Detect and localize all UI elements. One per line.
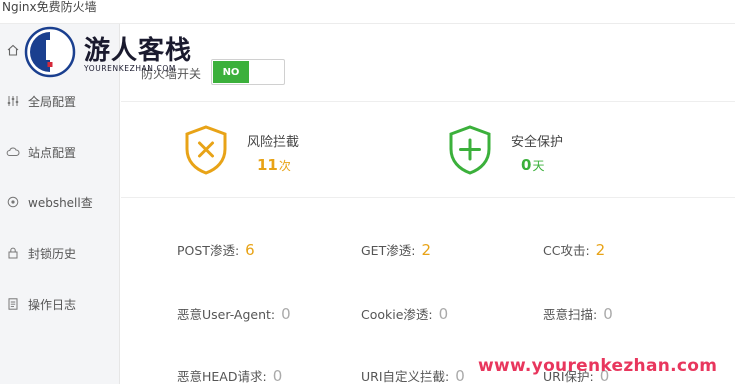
metric-label: Cookie渗透: xyxy=(361,307,433,322)
metric-malicious-head-request: 恶意HEAD请求: 0 xyxy=(177,366,282,385)
sidebar-item-label: 封锁历史 xyxy=(28,246,77,261)
home-icon xyxy=(6,43,20,57)
logo-chinese-text: 游人客栈 xyxy=(84,36,193,66)
metric-cc-attack: CC攻击: 2 xyxy=(543,240,605,259)
metric-value: 0 xyxy=(603,305,613,323)
metric-value: 2 xyxy=(595,241,606,259)
sidebar-item-operation-log[interactable]: 操作日志 xyxy=(0,289,120,319)
risk-intercept-label: 风险拦截 xyxy=(247,134,300,150)
shield-x-icon xyxy=(183,124,229,180)
metric-label: GET渗透: xyxy=(361,243,416,258)
metric-label: 恶意HEAD请求: xyxy=(177,369,267,384)
cloud-icon xyxy=(6,145,20,159)
security-protection-unit: 天 xyxy=(532,158,545,173)
metric-value: 0 xyxy=(438,305,449,323)
sidebar-item-webshell[interactable]: webshell查 xyxy=(0,187,120,217)
shield-plus-icon xyxy=(447,124,493,180)
metric-label: CC攻击: xyxy=(543,243,590,258)
sidebar-item-global-config[interactable]: 全局配置 xyxy=(0,86,120,116)
divider xyxy=(121,101,735,102)
security-protection-label: 安全保护 xyxy=(511,134,564,150)
sidebar-item-block-history[interactable]: 封锁历史 xyxy=(0,238,120,268)
site-logo-overlay: 游人客栈 YOURENKEZHAN.COM xyxy=(24,24,224,78)
metric-value: 0 xyxy=(281,305,291,323)
divider xyxy=(121,197,735,198)
sidebar-item-label: webshell查 xyxy=(28,195,93,210)
metric-value: 6 xyxy=(245,241,255,259)
metric-malicious-scan: 恶意扫描: 0 xyxy=(543,304,613,323)
metric-uri-custom-block: URI自定义拦截: 0 xyxy=(361,366,465,385)
metric-label: 恶意扫描: xyxy=(543,307,598,322)
risk-intercept-value: 11 xyxy=(257,155,278,174)
metric-value: 0 xyxy=(272,367,283,385)
metric-label: POST渗透: xyxy=(177,243,240,258)
risk-intercept-unit: 次 xyxy=(278,158,291,173)
document-icon xyxy=(6,297,20,311)
security-protection-value: 0 xyxy=(521,155,532,174)
target-icon xyxy=(6,195,20,209)
metric-label: URI自定义拦截: xyxy=(361,369,450,384)
sidebar-item-label: 全局配置 xyxy=(28,94,77,109)
sidebar-item-label: 站点配置 xyxy=(28,145,77,160)
logo-emblem-icon xyxy=(24,26,76,78)
metric-value: 2 xyxy=(421,241,431,259)
logo-english-text: YOURENKEZHAN.COM xyxy=(84,64,176,73)
metric-post-penetration: POST渗透: 6 xyxy=(177,240,255,259)
sidebar-item-label: 操作日志 xyxy=(28,297,77,312)
risk-intercept-stat: 风险拦截 11次 xyxy=(183,124,299,180)
metric-cookie-penetration: Cookie渗透: 0 xyxy=(361,304,448,323)
sliders-icon xyxy=(6,94,20,108)
sidebar: 首页 全局配置 站点配置 webshell查 封锁历史 操作日志 xyxy=(0,24,120,384)
metric-get-penetration: GET渗透: 2 xyxy=(361,240,431,259)
metric-malicious-user-agent: 恶意User-Agent: 0 xyxy=(177,304,291,323)
metric-label: 恶意User-Agent: xyxy=(177,307,276,322)
window-title: Nginx免费防火墙 xyxy=(0,0,735,24)
sidebar-item-site-config[interactable]: 站点配置 xyxy=(0,137,120,167)
watermark: www.yourenkezhan.com xyxy=(478,356,718,376)
metric-value: 0 xyxy=(455,367,465,385)
security-protection-stat: 安全保护 0天 xyxy=(447,124,563,180)
lock-icon xyxy=(6,246,20,260)
main-panel: 防火墙开关 NO 风险拦截 11次 安全保护 0天 POST渗透: 6 GET渗… xyxy=(121,24,735,385)
